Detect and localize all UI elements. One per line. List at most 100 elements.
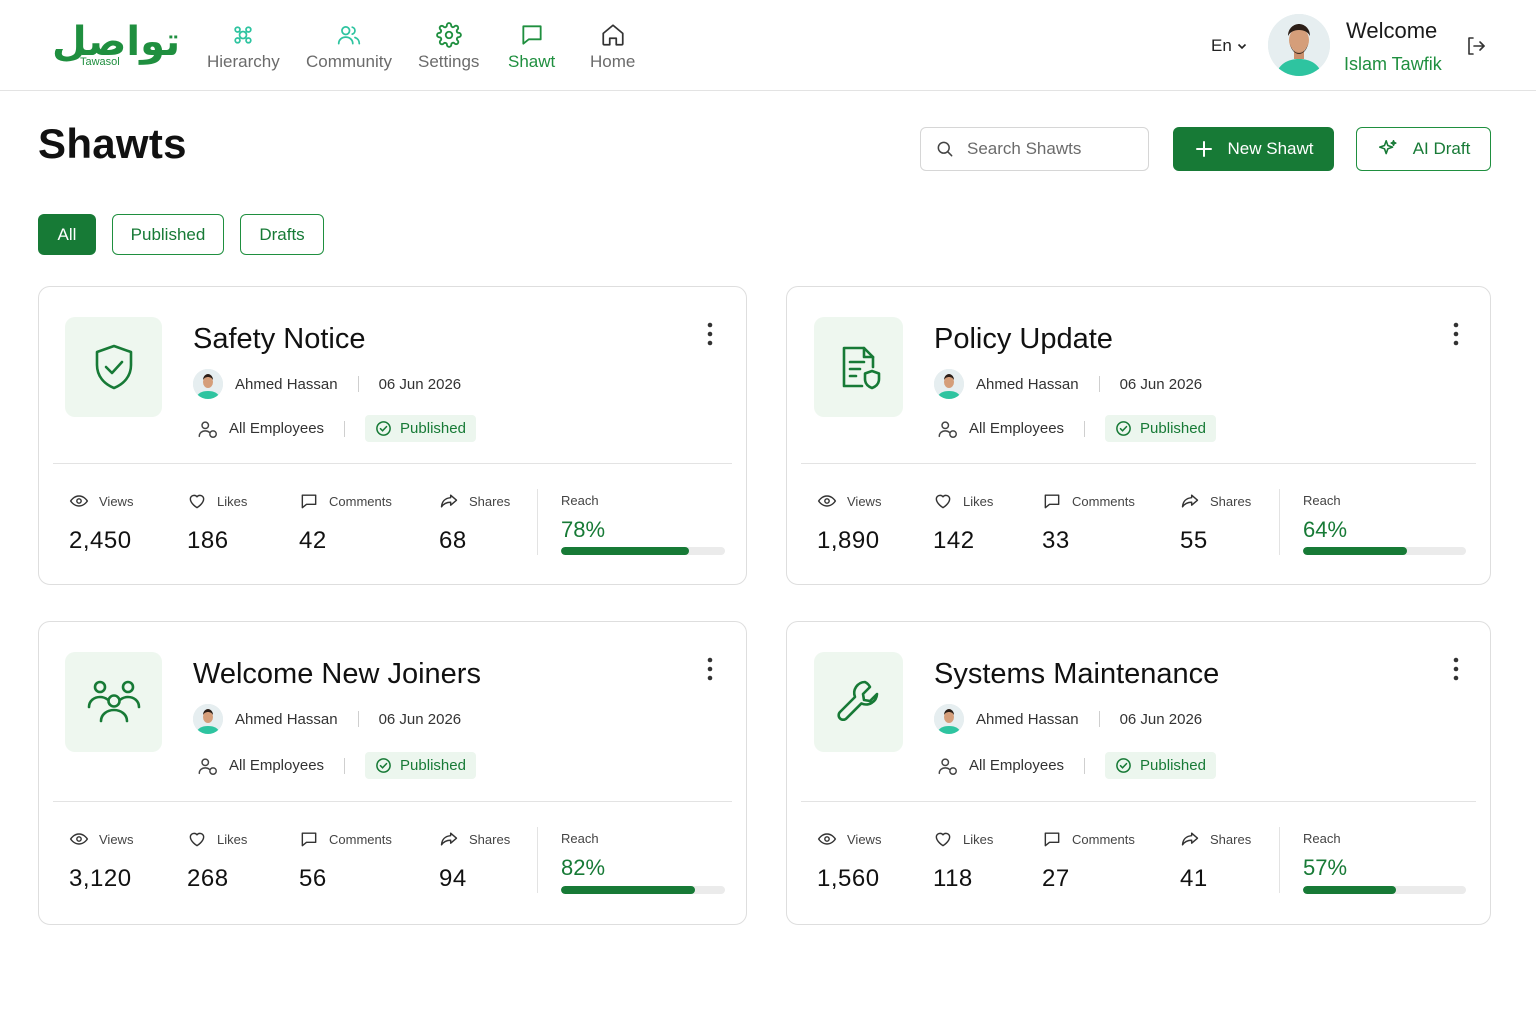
- logo-english-text: Tawasol: [80, 56, 120, 68]
- stat-label: Views: [847, 831, 882, 847]
- meta-separator: [357, 711, 359, 727]
- author-name: Ahmed Hassan: [976, 375, 1079, 393]
- stats-separator: [537, 827, 538, 893]
- stat-label: Comments: [1072, 831, 1135, 847]
- stat-label: Likes: [217, 493, 248, 509]
- stat-shares: Shares 41: [1180, 829, 1251, 893]
- nav-item-hierarchy[interactable]: Hierarchy: [207, 22, 280, 72]
- author-avatar: [934, 704, 964, 734]
- reach-progress-fill: [561, 886, 696, 894]
- filter-drafts[interactable]: Drafts: [240, 214, 324, 255]
- user-avatar[interactable]: [1268, 14, 1330, 76]
- status-badge: Published: [365, 752, 476, 779]
- card-icon-tile: [65, 317, 162, 417]
- more-options-icon[interactable]: [705, 656, 715, 682]
- card-meta-author: Ahmed Hassan 06 Jun 2026: [934, 369, 1202, 399]
- heart-icon: [935, 832, 951, 847]
- reach-progress-fill: [1303, 886, 1396, 894]
- card-divider: [801, 801, 1476, 802]
- reach-progress-bar: [561, 547, 725, 555]
- stat-views: Views 2,450: [69, 491, 133, 555]
- share-icon: [1181, 832, 1199, 846]
- eye-icon: [69, 495, 89, 507]
- tawasol-logo[interactable]: تواصل Tawasol: [52, 20, 181, 72]
- stat-label: Comments: [329, 493, 392, 509]
- author-name: Ahmed Hassan: [976, 710, 1079, 728]
- heart-icon: [935, 494, 951, 509]
- stat-reach: Reach 57%: [1303, 829, 1347, 881]
- more-options-icon[interactable]: [1451, 321, 1461, 347]
- user-avatar-image: [1268, 14, 1330, 76]
- status-label: Published: [1140, 757, 1206, 774]
- shawt-card[interactable]: Systems Maintenance Ahmed Hassan 06 Jun …: [786, 621, 1491, 925]
- stat-label: Shares: [1210, 831, 1252, 847]
- home-icon: [602, 24, 624, 46]
- card-icon-tile: [814, 317, 903, 417]
- nav-item-community[interactable]: Community: [306, 22, 392, 72]
- nav-label-settings: Settings: [418, 52, 480, 71]
- meta-separator: [1098, 711, 1100, 727]
- language-selector[interactable]: En: [1211, 36, 1248, 56]
- page-title: Shawts: [38, 120, 187, 167]
- author-avatar: [934, 369, 964, 399]
- stat-value: 1,890: [817, 527, 880, 554]
- stat-value: 142: [933, 527, 975, 554]
- filter-published[interactable]: Published: [112, 214, 224, 255]
- reach-label: Reach: [561, 831, 599, 846]
- stats-separator: [1279, 827, 1280, 893]
- status-badge: Published: [1105, 752, 1216, 779]
- audience-icon: [198, 757, 217, 775]
- card-meta-author: Ahmed Hassan 06 Jun 2026: [934, 704, 1202, 734]
- nav-label-home: Home: [590, 52, 636, 71]
- search-input[interactable]: [967, 139, 1127, 159]
- reach-value: 82%: [561, 855, 606, 880]
- card-icon-tile: [65, 652, 162, 752]
- stat-value: 1,560: [817, 865, 880, 892]
- meta-separator: [1084, 757, 1086, 774]
- check-circle-icon: [376, 421, 391, 436]
- share-icon: [440, 494, 458, 508]
- more-options-icon[interactable]: [705, 321, 715, 347]
- reach-progress-fill: [1303, 547, 1408, 555]
- card-meta-audience: All Employees Published: [937, 752, 1216, 779]
- stat-label: Views: [99, 493, 134, 509]
- stat-value: 41: [1180, 865, 1208, 892]
- card-divider: [801, 463, 1476, 464]
- reach-progress-fill: [561, 547, 689, 555]
- welcome-text: Welcome: [1346, 18, 1438, 43]
- ai-draft-button[interactable]: AI Draft: [1356, 127, 1491, 171]
- stat-label: Views: [99, 831, 134, 847]
- stat-value: 55: [1180, 527, 1208, 554]
- shawt-card[interactable]: Welcome New Joiners Ahmed Hassan 06 Jun …: [38, 621, 747, 925]
- shawt-card[interactable]: Policy Update Ahmed Hassan 06 Jun 2026 A…: [786, 286, 1491, 585]
- status-label: Published: [1140, 420, 1206, 437]
- more-options-icon[interactable]: [1451, 656, 1461, 682]
- search-box[interactable]: [920, 127, 1149, 171]
- reach-value: 78%: [561, 517, 606, 542]
- check-circle-icon: [376, 758, 391, 773]
- nav-item-home[interactable]: Home: [590, 22, 635, 72]
- hierarchy-icon: [234, 26, 253, 44]
- status-label: Published: [400, 420, 466, 437]
- stat-comments: Comments 42: [299, 491, 392, 555]
- stat-value: 68: [439, 527, 467, 554]
- stat-label: Shares: [469, 493, 511, 509]
- shawt-icon: [522, 25, 542, 45]
- meta-separator: [1098, 376, 1100, 392]
- stat-reach: Reach 82%: [561, 829, 605, 881]
- new-shawt-button[interactable]: New Shawt: [1173, 127, 1334, 171]
- author-avatar: [193, 369, 223, 399]
- stat-reach: Reach 64%: [1303, 491, 1347, 543]
- shawt-card[interactable]: Safety Notice Ahmed Hassan 06 Jun 2026 A…: [38, 286, 747, 585]
- stat-value: 27: [1042, 865, 1070, 892]
- logout-icon[interactable]: [1464, 34, 1488, 58]
- author-name: Ahmed Hassan: [235, 375, 338, 393]
- filter-all[interactable]: All: [38, 214, 96, 255]
- post-date: 06 Jun 2026: [1119, 375, 1203, 393]
- people-group-icon: [87, 680, 140, 723]
- nav-item-settings[interactable]: Settings: [418, 22, 479, 72]
- document-shield-icon: [842, 346, 880, 390]
- status-label: Published: [400, 757, 466, 774]
- card-title: Welcome New Joiners: [193, 658, 481, 690]
- nav-item-shawt[interactable]: Shawt: [508, 22, 555, 72]
